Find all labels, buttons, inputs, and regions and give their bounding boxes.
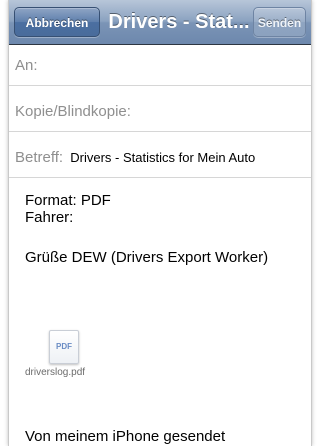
pdf-attachment-icon[interactable]: PDF bbox=[49, 330, 79, 364]
navigation-bar: Abbrechen Drivers - Stat... Senden bbox=[9, 0, 311, 45]
cc-bcc-field[interactable]: Kopie/Blindkopie: bbox=[9, 92, 311, 132]
compose-title: Drivers - Stat... bbox=[108, 11, 250, 33]
pdf-icon-label: PDF bbox=[56, 342, 72, 351]
cancel-button[interactable]: Abbrechen bbox=[14, 7, 100, 37]
to-field[interactable]: An: bbox=[9, 46, 311, 86]
mail-compose-screen: Abbrechen Drivers - Stat... Senden An: K… bbox=[8, 0, 312, 446]
body-greeting-line: Grüße DEW (Drivers Export Worker) bbox=[25, 249, 269, 266]
body-driver-line: Fahrer: bbox=[25, 209, 74, 226]
subject-label: Betreff: bbox=[15, 149, 64, 166]
body-format-line: Format: PDF bbox=[25, 192, 111, 209]
attachment-filename[interactable]: driverslog.pdf bbox=[25, 367, 85, 378]
subject-value[interactable]: Drivers - Statistics for Mein Auto bbox=[70, 150, 255, 165]
to-label: An: bbox=[15, 57, 38, 74]
subject-field[interactable]: Betreff: Drivers - Statistics for Mein A… bbox=[9, 138, 311, 178]
signature-line: Von meinem iPhone gesendet bbox=[25, 428, 226, 445]
cc-bcc-label: Kopie/Blindkopie: bbox=[15, 103, 131, 120]
send-button[interactable]: Senden bbox=[253, 7, 306, 37]
